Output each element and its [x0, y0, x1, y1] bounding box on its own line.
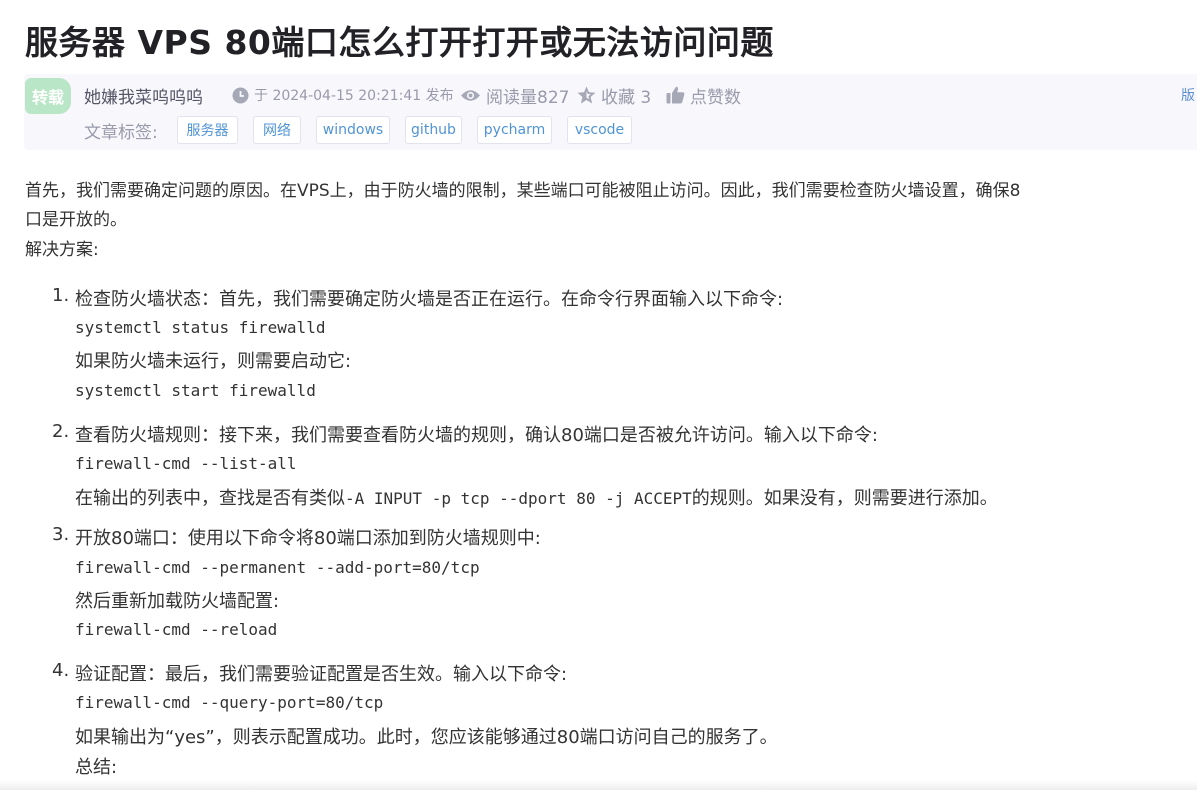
like-text: 点赞数 [690, 87, 741, 108]
step-title: 检查防火墙状态：首先，我们需要确定防火墙是否正在运行。在命令行界面输入以下命令: [75, 289, 784, 310]
publish-time: 于 2024-04-15 20:21:41 发布 [232, 82, 454, 108]
step-title: 验证配置：最后，我们需要验证配置是否生效。输入以下命令: [75, 664, 568, 685]
step-number: 2. [52, 421, 70, 442]
code-command: firewall-cmd --reload [75, 620, 278, 639]
code-command: systemctl start firewalld [75, 381, 316, 400]
step-number: 4. [52, 660, 70, 681]
tag-server[interactable]: 服务器 [177, 116, 238, 144]
step-text: 如果防火墙未运行，则需要启动它: [75, 351, 352, 372]
step-number: 1. [52, 285, 70, 306]
tag-network[interactable]: 网络 [253, 116, 301, 144]
inline-code: -A INPUT -p tcp --dport 80 -j ACCEPT [345, 489, 692, 508]
author-link[interactable]: 她嫌我菜呜呜呜 [84, 82, 203, 108]
intro-paragraph-line-2: 口是开放的。 [25, 210, 127, 230]
code-command: firewall-cmd --list-all [75, 454, 297, 473]
tag-windows[interactable]: windows [316, 116, 390, 144]
repost-badge: 转载 [25, 78, 71, 114]
article-title: 服务器 VPS 80端口怎么打开打开或无法访问问题 [25, 23, 774, 62]
step-text-before: 在输出的列表中，查找是否有类似 [75, 488, 345, 509]
favorite-button[interactable]: 收藏 3 [577, 82, 651, 108]
article-info-box: 转载 她嫌我菜呜呜呜 于 2024-04-15 20:21:41 发布 阅读量8… [24, 74, 1197, 150]
view-count-text: 阅读量827 [486, 87, 570, 108]
step-number: 3. [52, 524, 70, 545]
step-text: 在输出的列表中，查找是否有类似-A INPUT -p tcp --dport 8… [75, 484, 998, 510]
favorite-count-text: 收藏 3 [601, 87, 652, 108]
view-count: 阅读量827 [460, 82, 569, 108]
tag-vscode[interactable]: vscode [567, 116, 632, 144]
code-command: systemctl status firewalld [75, 318, 326, 337]
summary-heading: 总结: [75, 757, 118, 778]
copyright-link[interactable]: 版 [1181, 85, 1195, 105]
tags-label: 文章标签: [84, 123, 158, 143]
code-command: firewall-cmd --permanent --add-port=80/t… [75, 558, 480, 577]
clock-icon [232, 87, 249, 104]
intro-paragraph-line-1: 首先，我们需要确定问题的原因。在VPS上，由于防火墙的限制，某些端口可能被阻止访… [25, 181, 1021, 201]
like-button[interactable]: 点赞数 [666, 82, 741, 108]
publish-time-text: 于 2024-04-15 20:21:41 发布 [254, 88, 454, 104]
tag-pycharm[interactable]: pycharm [477, 116, 552, 144]
step-text: 然后重新加载防火墙配置: [75, 591, 280, 612]
thumbs-up-icon [666, 86, 685, 104]
step-title: 开放80端口：使用以下命令将80端口添加到防火墙规则中: [75, 528, 541, 549]
eye-icon [460, 88, 481, 103]
step-text-after: 的规则。如果没有，则需要进行添加。 [691, 488, 998, 509]
step-title: 查看防火墙规则：接下来，我们需要查看防火墙的规则，确认80端口是否被允许访问。输… [75, 425, 878, 446]
code-command: firewall-cmd --query-port=80/tcp [75, 693, 384, 712]
bottom-fade [0, 780, 1197, 790]
step-text: 如果输出为“yes”，则表示配置成功。此时，您应该能够通过80端口访问自己的服务… [75, 727, 778, 748]
solution-heading: 解决方案: [25, 240, 99, 260]
star-icon [577, 86, 596, 104]
tag-github[interactable]: github [405, 116, 462, 144]
